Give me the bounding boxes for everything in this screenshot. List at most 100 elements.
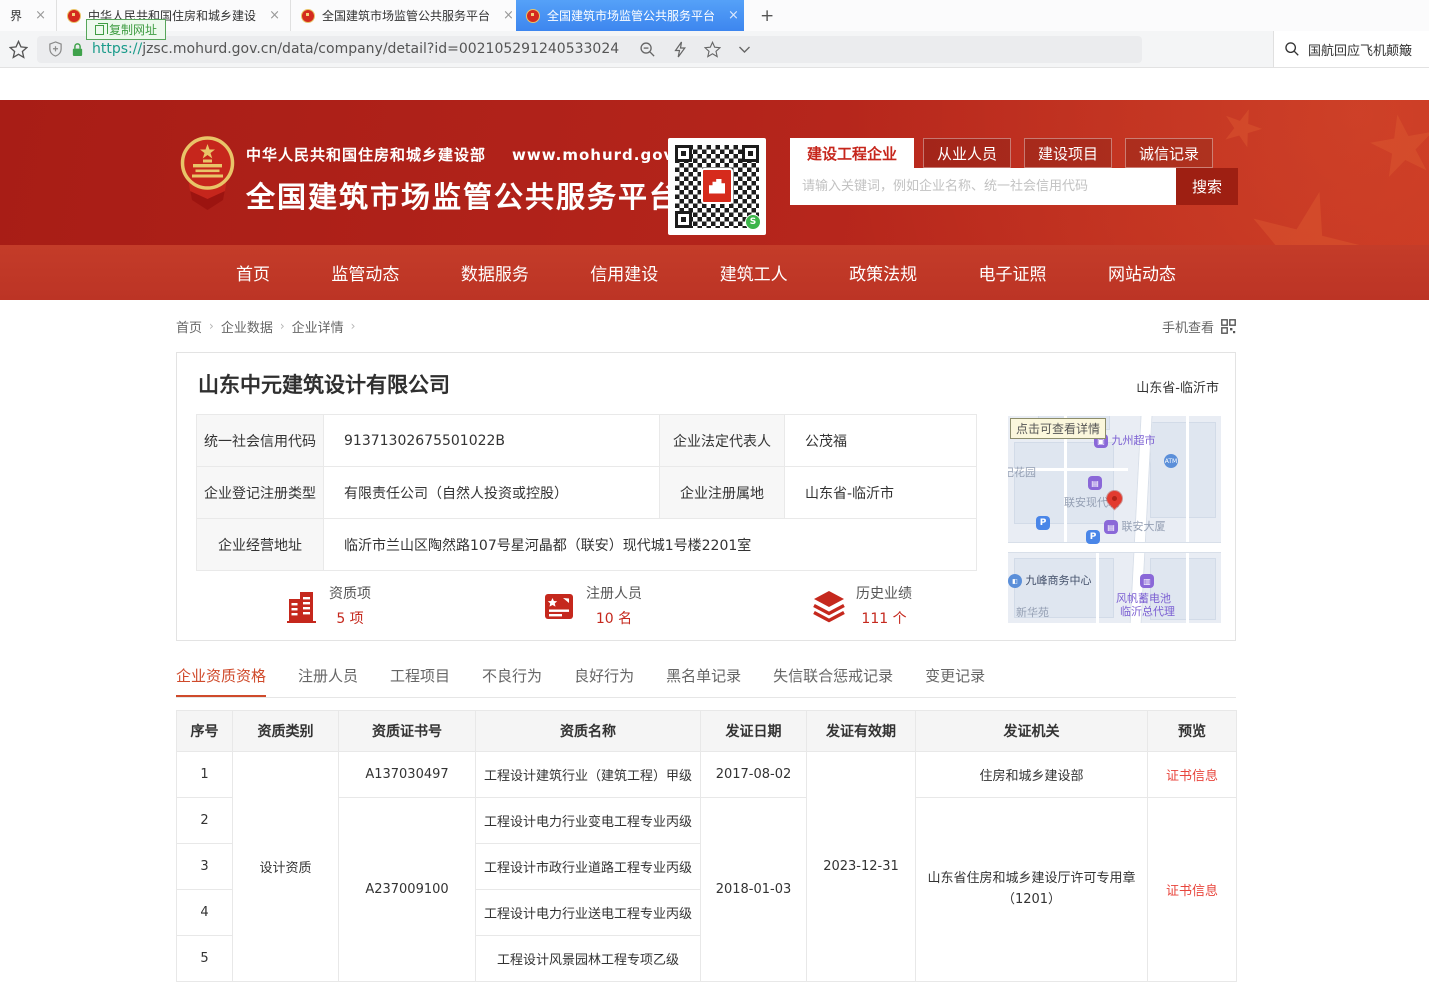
tab-bad-behavior[interactable]: 不良行为 bbox=[482, 665, 542, 697]
stat-achievements[interactable]: 历史业绩 111 个 bbox=[811, 583, 912, 628]
nav-item-workers[interactable]: 建筑工人 bbox=[720, 260, 788, 285]
nav-item-credit[interactable]: 信用建设 bbox=[590, 260, 658, 285]
poi-parking-1: P bbox=[1036, 516, 1050, 530]
url-text: https://jzsc.mohurd.gov.cn/data/company/… bbox=[92, 41, 619, 57]
search-tab-projects[interactable]: 建设项目 bbox=[1024, 138, 1112, 168]
poi-garden: 记花园 bbox=[1008, 464, 1036, 480]
nav-item-home[interactable]: 首页 bbox=[236, 260, 270, 285]
close-icon[interactable]: × bbox=[29, 8, 46, 23]
field-label: 统一社会信用代码 bbox=[197, 415, 324, 467]
tab-projects[interactable]: 工程项目 bbox=[390, 665, 450, 697]
hot-search-text: 国航回应飞机颠簸 bbox=[1308, 40, 1412, 59]
search-tab-enterprise[interactable]: 建设工程企业 bbox=[790, 138, 914, 168]
preview-cell: 证书信息 bbox=[1148, 798, 1237, 982]
reg-type-value: 有限责任公司（自然人投资或控股） bbox=[324, 467, 660, 519]
poi-battery-icon: ▥ bbox=[1140, 574, 1154, 588]
seq-cell: 1 bbox=[177, 752, 233, 798]
building-icon: ▤ bbox=[1088, 476, 1102, 490]
tooltip-text: 复制网址 bbox=[109, 21, 157, 38]
col-issue-date: 发证日期 bbox=[701, 711, 807, 752]
qr-mini-icon[interactable] bbox=[1221, 319, 1236, 334]
reg-region-value: 山东省-临沂市 bbox=[785, 467, 977, 519]
authority-cell: 住房和城乡建设部 bbox=[916, 752, 1148, 798]
emblem-favicon bbox=[67, 9, 81, 23]
poi-atm: ATM bbox=[1164, 454, 1178, 468]
company-stats: 资质项 5 项 注册人员 10 名 历史业绩 111 个 bbox=[196, 583, 976, 631]
breadcrumb-home[interactable]: 首页 bbox=[176, 317, 202, 336]
mobile-view-label[interactable]: 手机查看 bbox=[1162, 317, 1214, 336]
breadcrumb-separator: › bbox=[280, 319, 285, 333]
qr-finder bbox=[742, 145, 759, 162]
seq-cell: 5 bbox=[177, 936, 233, 982]
tab-blacklist[interactable]: 黑名单记录 bbox=[666, 665, 741, 697]
poi-parking-2: P bbox=[1086, 530, 1100, 544]
browser-tab-0[interactable]: 界 × bbox=[0, 0, 56, 31]
tab-change-records[interactable]: 变更记录 bbox=[925, 665, 985, 697]
national-emblem bbox=[180, 136, 235, 212]
tab-good-behavior[interactable]: 良好行为 bbox=[574, 665, 634, 697]
qual-name-cell: 工程设计电力行业变电工程专业丙级 bbox=[476, 798, 701, 844]
url-field[interactable]: https://jzsc.mohurd.gov.cn/data/company/… bbox=[37, 36, 1142, 63]
main-nav: 首页 监管动态 数据服务 信用建设 建筑工人 政策法规 电子证照 网站动态 bbox=[0, 245, 1429, 300]
stat-personnel[interactable]: 注册人员 10 名 bbox=[541, 583, 642, 628]
search-tab-credit[interactable]: 诚信记录 bbox=[1125, 138, 1213, 168]
new-tab-button[interactable]: + bbox=[744, 0, 790, 31]
tab-dishonesty[interactable]: 失信联合惩戒记录 bbox=[773, 665, 893, 697]
col-cert-no: 资质证书号 bbox=[339, 711, 476, 752]
tab-qualifications[interactable]: 企业资质资格 bbox=[176, 665, 266, 697]
map-block bbox=[1150, 422, 1216, 518]
nav-item-data-service[interactable]: 数据服务 bbox=[461, 260, 529, 285]
search-button[interactable]: 搜索 bbox=[1176, 168, 1238, 205]
close-icon[interactable]: × bbox=[722, 8, 739, 23]
field-label: 企业法定代表人 bbox=[660, 415, 785, 467]
search-tab-personnel[interactable]: 从业人员 bbox=[923, 138, 1011, 168]
certificate-link[interactable]: 证书信息 bbox=[1166, 884, 1218, 899]
browser-tab-active[interactable]: 全国建筑市场监管公共服务平台 × bbox=[516, 0, 744, 31]
nav-item-supervision[interactable]: 监管动态 bbox=[331, 260, 399, 285]
lock-icon[interactable] bbox=[71, 42, 84, 57]
close-icon[interactable]: × bbox=[263, 8, 280, 23]
stat-qualifications[interactable]: 资质项 5 项 bbox=[284, 583, 371, 628]
personnel-icon bbox=[541, 588, 577, 624]
col-validity: 发证有效期 bbox=[807, 711, 916, 752]
map-road bbox=[1096, 553, 1099, 623]
stat-label: 资质项 bbox=[329, 583, 371, 603]
browser-search-box[interactable]: 国航回应飞机颠簸 bbox=[1273, 31, 1429, 67]
nav-item-policy[interactable]: 政策法规 bbox=[849, 260, 917, 285]
poi-battery-line2: 临沂总代理 bbox=[1120, 603, 1175, 619]
authority-cell: 山东省住房和城乡建设厅许可专用章 （1201） bbox=[916, 798, 1148, 982]
poi-jiufeng: ◧ 九峰商务中心 bbox=[1008, 572, 1092, 588]
keyword-search-input[interactable] bbox=[790, 168, 1176, 205]
certificate-link[interactable]: 证书信息 bbox=[1166, 769, 1218, 784]
browser-tab-2[interactable]: 全国建筑市场监管公共服务平台 × bbox=[290, 0, 516, 31]
breadcrumb-company-detail[interactable]: 企业详情 bbox=[292, 317, 344, 336]
stat-value: 10 名 bbox=[586, 608, 642, 628]
nav-item-news[interactable]: 网站动态 bbox=[1108, 260, 1176, 285]
lightning-icon[interactable] bbox=[673, 41, 687, 58]
category-cell: 设计资质 bbox=[233, 752, 339, 982]
parking-icon: P bbox=[1086, 530, 1100, 544]
tab-label: 全国建筑市场监管公共服务平台 bbox=[547, 7, 715, 24]
col-preview: 预览 bbox=[1148, 711, 1237, 752]
browser-url-bar: https://jzsc.mohurd.gov.cn/data/company/… bbox=[0, 31, 1429, 68]
achievements-icon bbox=[811, 588, 847, 624]
company-card: 山东中元建筑设计有限公司 山东省-临沂市 统一社会信用代码 9137130267… bbox=[176, 352, 1236, 641]
tab-registered-personnel[interactable]: 注册人员 bbox=[298, 665, 358, 697]
browser-tab-strip: 界 × 中华人民共和国住房和城乡建设 × 全国建筑市场监管公共服务平台 × 全国… bbox=[0, 0, 1429, 31]
ministry-name: 中华人民共和国住房和城乡建设部 bbox=[246, 144, 486, 165]
zoom-out-icon[interactable] bbox=[639, 41, 656, 58]
close-icon[interactable]: × bbox=[497, 8, 514, 23]
field-label: 企业经营地址 bbox=[197, 519, 324, 571]
breadcrumb-company-data[interactable]: 企业数据 bbox=[221, 317, 273, 336]
shield-icon[interactable] bbox=[48, 41, 63, 57]
poi-building-icon: ▤ bbox=[1088, 476, 1102, 490]
credit-code-value: 91371302675501022B bbox=[324, 415, 660, 467]
field-label: 企业注册属地 bbox=[660, 467, 785, 519]
seq-cell: 4 bbox=[177, 890, 233, 936]
chevron-down-icon[interactable] bbox=[738, 45, 751, 54]
bookmark-star-icon[interactable] bbox=[9, 40, 28, 59]
location-map[interactable]: 点击可查看详情 ▣ 九州超市 ATM 记花园 ▤ 联安现代城 ▤ 联安大厦 P … bbox=[1008, 416, 1221, 623]
favorite-star-icon[interactable] bbox=[704, 41, 721, 58]
copy-icon bbox=[95, 25, 104, 35]
nav-item-license[interactable]: 电子证照 bbox=[979, 260, 1047, 285]
